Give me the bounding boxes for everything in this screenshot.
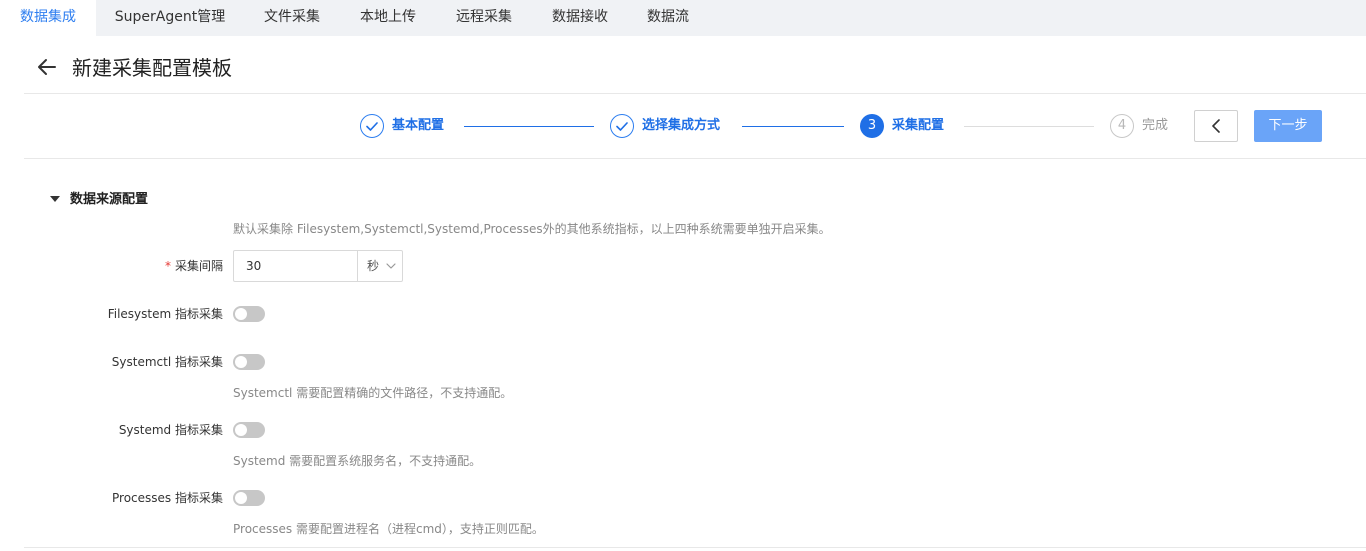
processes-hint: Processes 需要配置进程名（进程cmd），支持正则匹配。 (233, 522, 544, 536)
step-connector-3 (964, 126, 1094, 127)
bottom-divider (24, 547, 1366, 548)
prev-step-button[interactable] (1194, 110, 1238, 142)
caret-down-icon[interactable] (50, 196, 60, 202)
systemctl-toggle[interactable] (233, 354, 265, 370)
step-3-circle: 3 (860, 114, 884, 138)
systemctl-label: Systemctl 指标采集 (111, 355, 223, 369)
toggle-knob (235, 356, 247, 368)
interval-label-text: 采集间隔 (174, 259, 223, 273)
step-1-label: 基本配置 (392, 118, 445, 133)
filesystem-toggle[interactable] (233, 306, 265, 322)
next-step-button[interactable]: 下一步 (1254, 110, 1322, 142)
tab-file-collect[interactable]: 文件采集 (244, 0, 340, 36)
tab-remote-collect[interactable]: 远程采集 (436, 0, 532, 36)
tab-data-receive[interactable]: 数据接收 (532, 0, 628, 36)
step-4-circle: 4 (1110, 114, 1134, 138)
step-1-circle (360, 114, 384, 138)
top-tab-bar: 数据集成 SuperAgent管理 文件采集 本地上传 远程采集 数据接收 数据… (0, 0, 1366, 36)
tab-local-upload[interactable]: 本地上传 (340, 0, 436, 36)
chevron-left-icon (1212, 119, 1220, 133)
interval-unit-value: 秒 (367, 259, 380, 273)
step-4-label: 完成 (1142, 118, 1169, 133)
required-mark: * (164, 259, 171, 273)
step-2-label: 选择集成方式 (642, 118, 721, 133)
interval-unit-select[interactable]: 秒 (357, 251, 402, 281)
header-divider (24, 93, 1366, 94)
check-icon (616, 122, 628, 131)
step-3-label: 采集配置 (892, 118, 945, 133)
arrow-left-icon[interactable] (36, 56, 58, 78)
section-hint: 默认采集除 Filesystem,Systemctl,Systemd,Proce… (233, 222, 831, 236)
systemd-hint: Systemd 需要配置系统服务名，不支持通配。 (233, 454, 482, 468)
systemctl-hint: Systemctl 需要配置精确的文件路径，不支持通配。 (233, 386, 513, 400)
toggle-knob (235, 308, 247, 320)
step-connector-2 (742, 126, 844, 127)
tab-data-flow[interactable]: 数据流 (628, 0, 708, 36)
systemd-toggle[interactable] (233, 422, 265, 438)
step-2-circle (610, 114, 634, 138)
step-connector-1 (464, 126, 594, 127)
filesystem-label: Filesystem 指标采集 (107, 307, 223, 321)
interval-label: * 采集间隔 (165, 258, 223, 274)
toggle-knob (235, 424, 247, 436)
interval-field: 秒 (233, 250, 403, 282)
tab-superagent[interactable]: SuperAgent管理 (96, 0, 244, 36)
tab-data-integration[interactable]: 数据集成 (0, 0, 96, 36)
processes-toggle[interactable] (233, 490, 265, 506)
section-title[interactable]: 数据来源配置 (70, 191, 148, 209)
toggle-knob (235, 492, 247, 504)
chevron-down-icon (386, 263, 396, 269)
systemd-label: Systemd 指标采集 (118, 423, 223, 437)
steps-divider (24, 158, 1366, 159)
interval-input[interactable] (234, 251, 357, 281)
check-icon (366, 122, 378, 131)
page-title: 新建采集配置模板 (72, 56, 232, 80)
processes-label: Processes 指标采集 (112, 491, 223, 505)
